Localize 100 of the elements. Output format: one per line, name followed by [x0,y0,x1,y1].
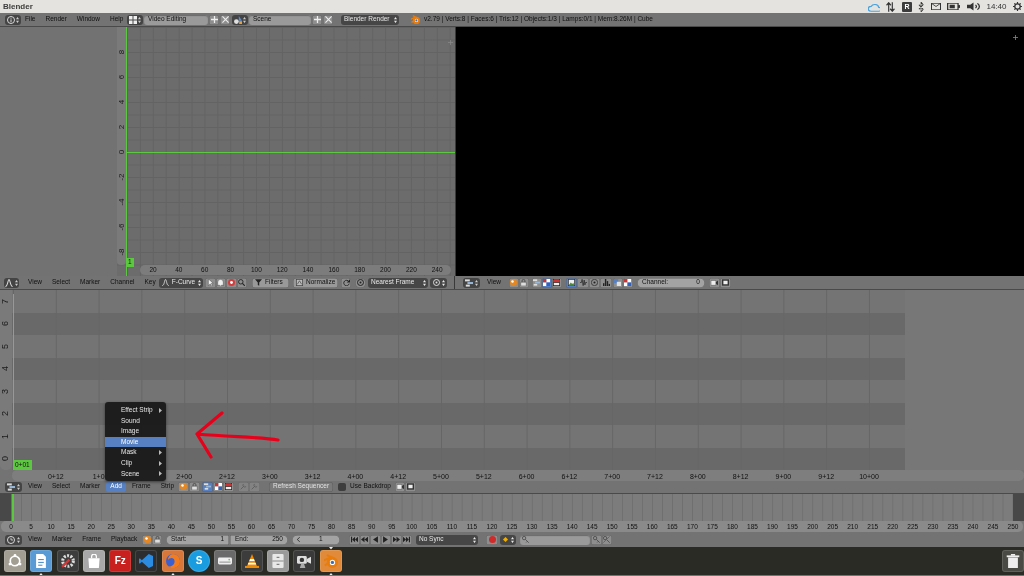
envelope-icon[interactable] [930,3,941,10]
editor-type-button[interactable] [463,277,480,288]
squares-button[interactable] [613,277,623,288]
battery-icon[interactable] [947,3,961,10]
updown-arrows-icon [474,279,478,286]
delete-button[interactable] [323,14,333,25]
diamond-icon [503,537,508,542]
settings-icon[interactable] [1013,2,1022,11]
wrench-icon [240,483,248,490]
launcher-button[interactable]: Fz [109,550,132,572]
up-down-arrows-icon[interactable] [886,1,896,12]
pivot-dropdown[interactable] [430,277,447,288]
document-icon [34,554,49,568]
launcher-button[interactable] [240,550,263,572]
channel-number: 0 [1,456,11,462]
sphere-icon [143,536,151,543]
bluetooth-icon[interactable] [918,1,925,12]
clock[interactable]: 14:40 [986,2,1007,11]
key-icon [522,536,529,543]
channel-number: 1 [1,433,11,439]
sphere-button[interactable] [509,277,519,288]
lock-button[interactable] [189,481,200,492]
updown-arrows-icon [442,279,445,286]
circle-dot-icon [591,279,599,286]
channel-number: 3 [1,388,11,394]
camera-button[interactable] [709,277,720,288]
lock-icon [191,483,198,490]
launcher-button[interactable] [214,550,237,572]
trash-icon [1006,554,1020,568]
sphere-button[interactable] [142,534,152,545]
toggle-button[interactable] [226,277,237,288]
current-frame-line [12,494,14,521]
play-icon [382,536,390,543]
editor-type-button[interactable] [5,534,22,545]
region-toggle-button[interactable] [447,39,453,45]
toggle-button[interactable] [215,277,226,288]
shopping-bag-icon [86,554,101,568]
skip-end-icon [403,536,411,543]
strips-icon [7,482,16,491]
use-backdrop-checkbox[interactable] [338,482,347,491]
channel-number: 5 [1,343,11,349]
grid-icon [128,15,137,24]
toggle-button[interactable] [205,277,216,288]
refresh-button[interactable] [341,277,351,288]
gear-wrench-icon [60,554,75,568]
editor-type-button[interactable] [4,277,19,288]
add-button[interactable] [209,14,219,25]
launcher-button[interactable] [1002,550,1024,572]
channel-number: 6 [1,321,11,327]
updown-arrows-icon [16,16,20,23]
film-icon [722,279,729,286]
keying-dropdown[interactable] [500,534,516,545]
close-icon [221,16,229,23]
webcam-icon [297,554,312,568]
launcher-button[interactable] [293,550,316,572]
editor-type-button[interactable] [5,14,21,25]
value-number: -6 [117,223,126,231]
display-mode-button[interactable] [600,277,612,288]
lock-button[interactable] [152,534,162,545]
launcher-button[interactable] [82,550,105,572]
view-type-button[interactable] [212,481,224,492]
lock-icon [153,536,161,543]
strips-icon [203,483,211,490]
region-toggle-button[interactable] [1012,34,1018,40]
launcher-button[interactable] [56,550,79,572]
add-button[interactable] [312,14,322,25]
sphere-button[interactable] [178,481,189,492]
launcher-button[interactable] [319,550,342,572]
view-type-button[interactable] [542,277,552,288]
speaker-icon[interactable] [966,2,980,11]
launcher-button[interactable]: S [188,550,211,572]
plus-icon [447,39,453,45]
view-type-button[interactable] [223,481,235,492]
strips-icon [533,279,541,286]
editor-type-button[interactable] [5,481,22,492]
value-number: 0 [117,149,126,155]
scene-button[interactable] [232,14,248,25]
checker-button[interactable] [623,277,633,288]
checker-icon [624,279,632,286]
keying-set-field[interactable] [520,534,590,545]
curve-box-icon [296,279,303,286]
lock-icon [520,279,528,286]
rewind-icon [361,536,369,543]
wrench-icon [251,483,259,490]
film-button[interactable] [405,481,416,492]
play-reverse-icon [371,536,379,543]
updown-arrows-icon [423,279,426,286]
ring-dot-button[interactable] [355,277,366,288]
screen-layout-button[interactable] [127,14,143,25]
display-mode-button[interactable] [566,277,578,288]
camera-button[interactable] [394,481,406,492]
toggle-button[interactable] [236,277,247,288]
delete-button[interactable] [220,14,230,25]
film-button[interactable] [720,277,731,288]
launcher-button[interactable] [266,550,289,572]
strips-icon [465,278,474,287]
launcher-button[interactable] [30,550,53,572]
view-type-button[interactable] [552,277,562,288]
lock-button[interactable] [519,277,529,288]
value-number: 6 [117,74,126,80]
